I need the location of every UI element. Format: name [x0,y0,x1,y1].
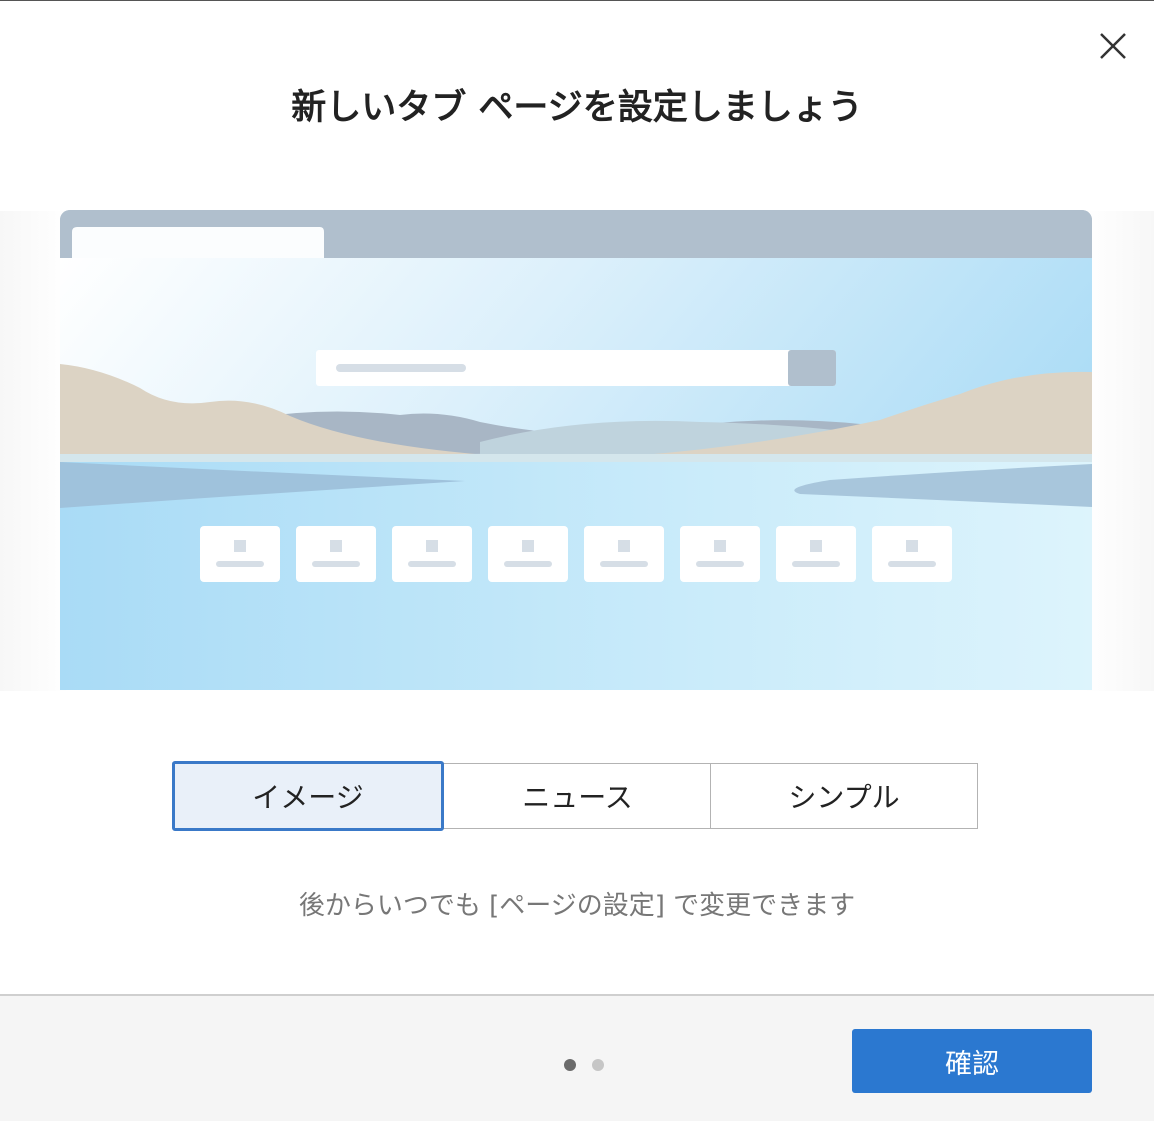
page-indicator-active [564,1059,576,1071]
close-icon [1100,33,1126,59]
layout-preview-illustration [60,210,1092,690]
option-image[interactable]: イメージ [172,761,444,831]
confirm-button[interactable]: 確認 [852,1029,1092,1093]
close-button[interactable] [1092,27,1132,67]
page-indicator-inactive[interactable] [592,1059,604,1071]
new-tab-setup-dialog: 新しいタブ ページを設定しましょう イメージ ニュース シンプル 後からいつでも… [0,0,1154,1121]
dialog-title: 新しいタブ ページを設定しましょう [291,88,863,128]
settings-hint-text: 後からいつでも [ページの設定] で変更できます [298,891,856,921]
option-news[interactable]: ニュース [443,763,712,829]
dialog-footer: 確認 [0,994,1154,1121]
option-simple[interactable]: シンプル [710,763,978,829]
